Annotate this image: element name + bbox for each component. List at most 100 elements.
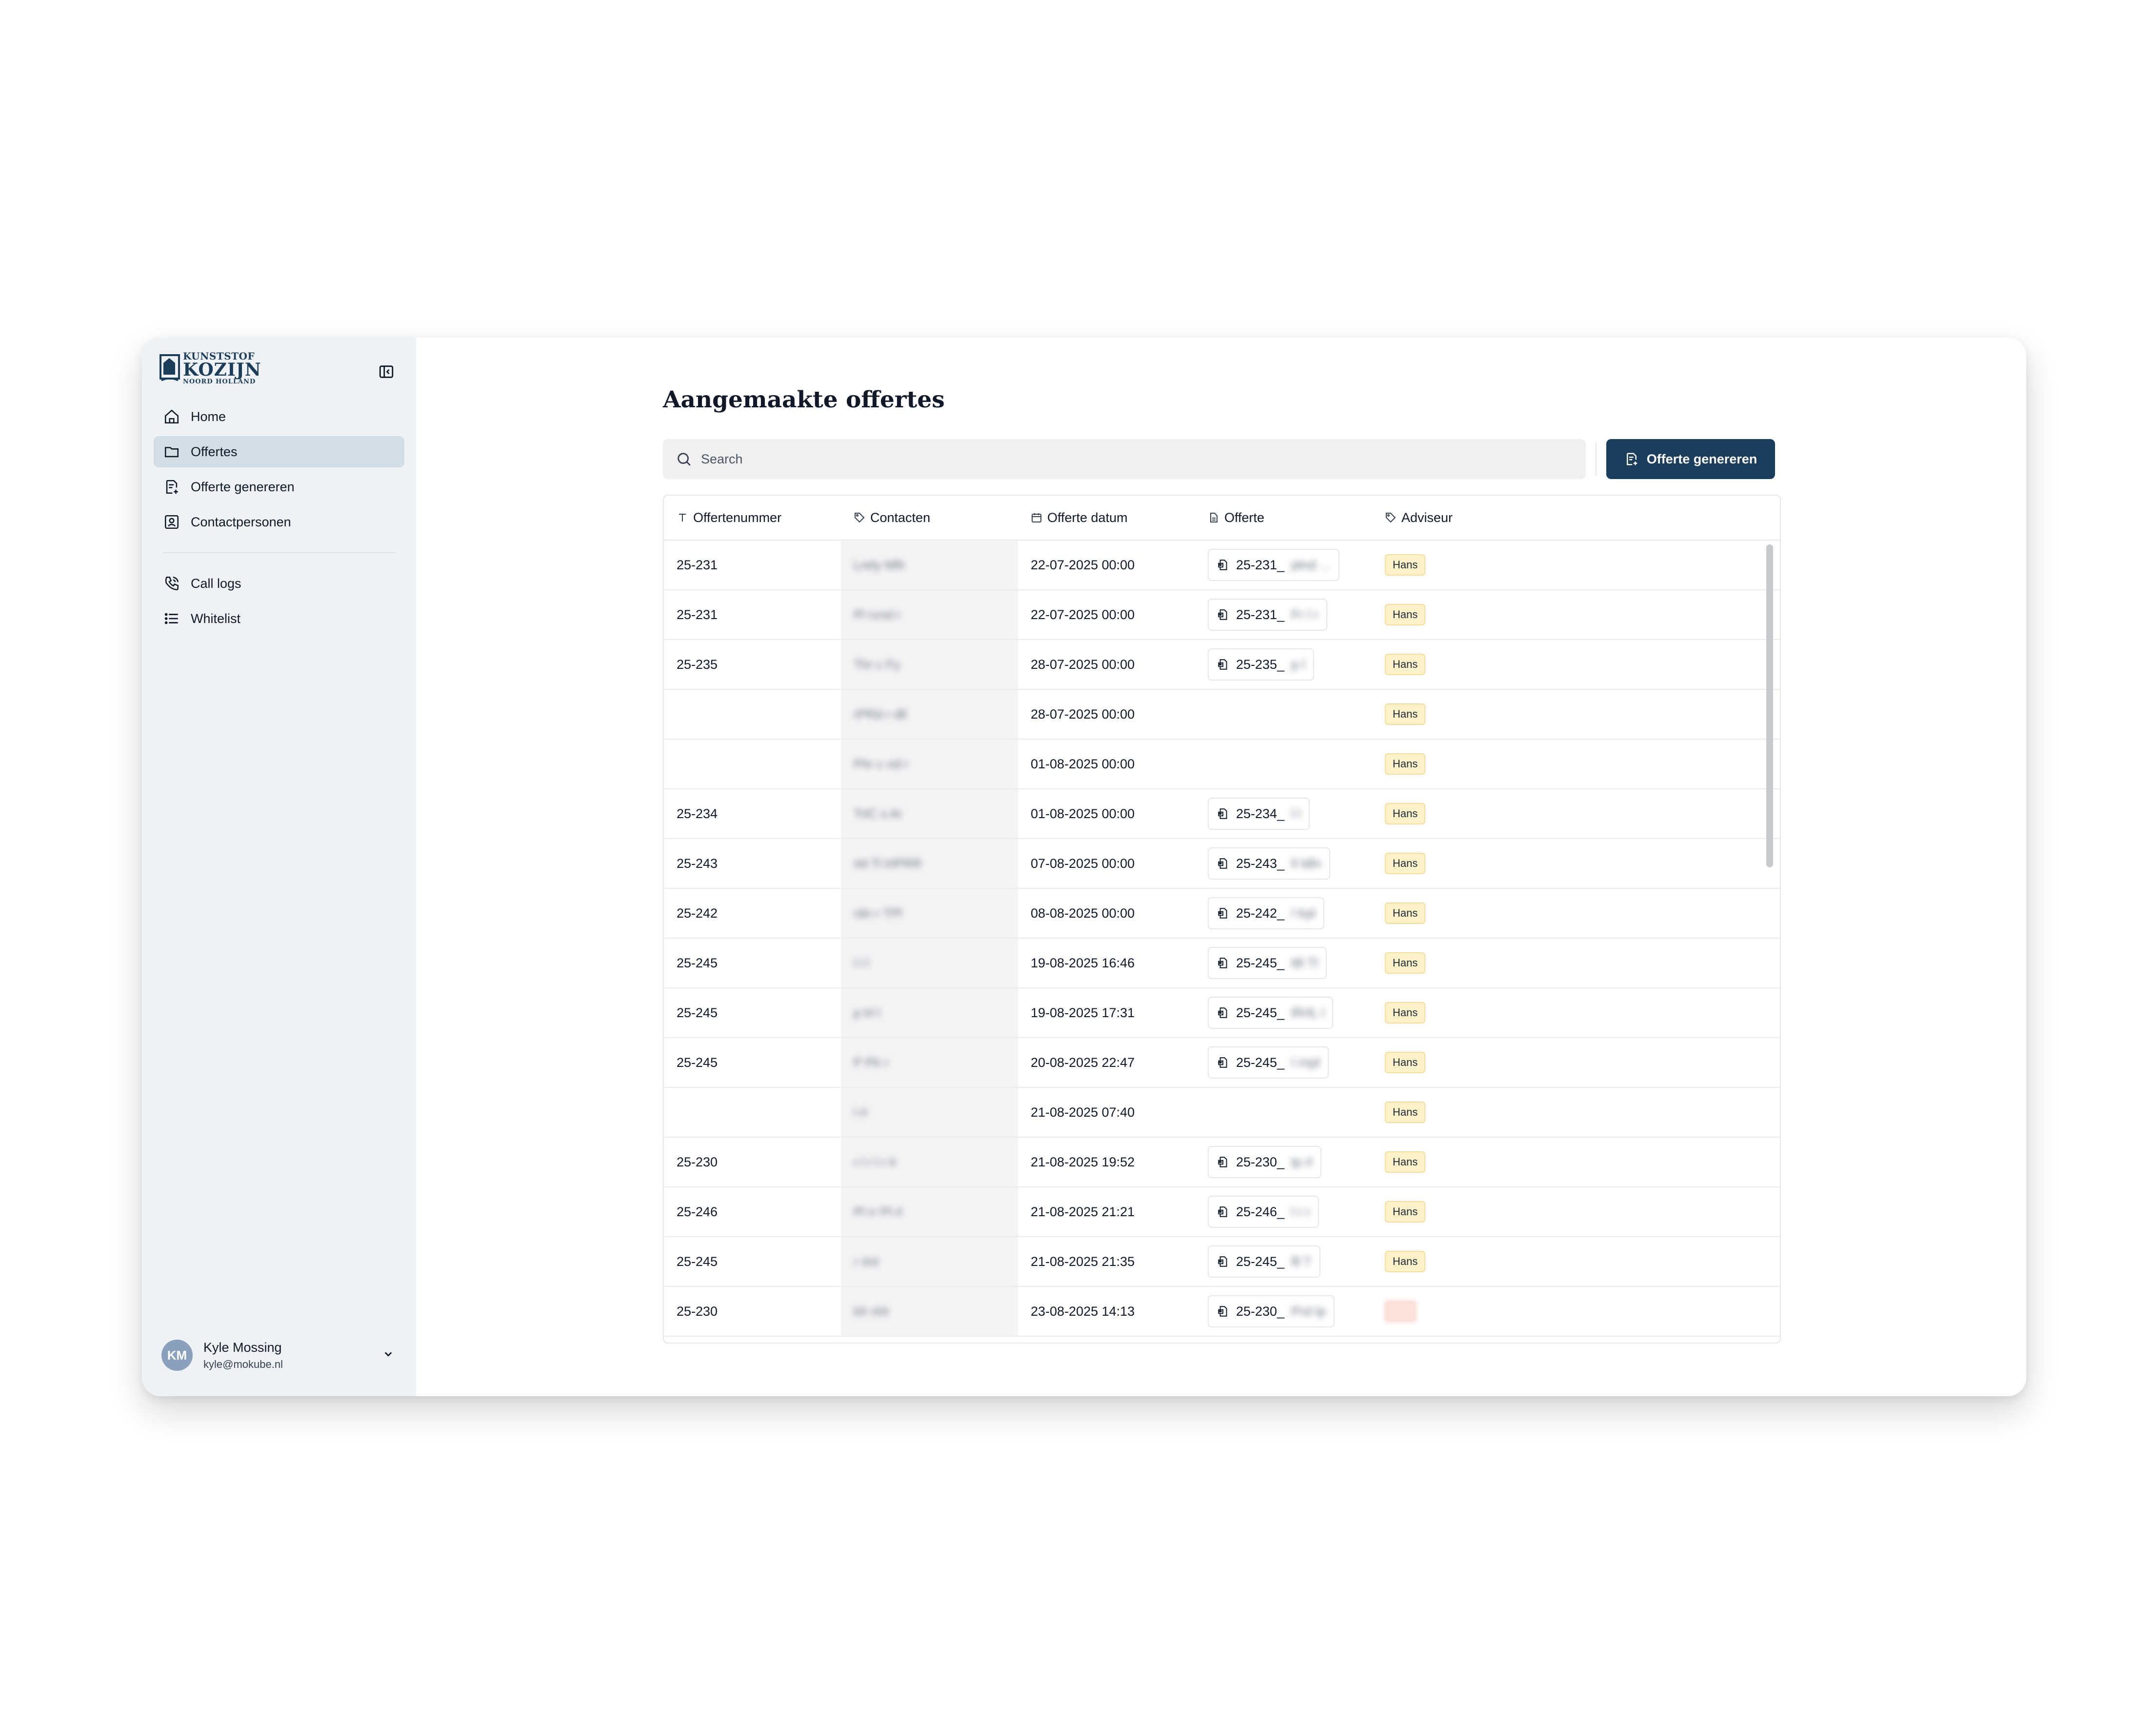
offerte-file-chip[interactable]: 25-230_ lp rl xyxy=(1208,1146,1321,1178)
sidebar-item-label: Contactpersonen xyxy=(191,514,291,529)
offerte-file-chip[interactable]: 25-242_ l lrpl xyxy=(1208,897,1324,929)
column-header-offerte-datum[interactable]: Offerte datum xyxy=(1018,510,1195,525)
offerte-file-chip[interactable]: 25-243_ ll ldln xyxy=(1208,847,1330,880)
adviseur-badge[interactable]: Hans xyxy=(1385,604,1426,625)
pdf-file-icon xyxy=(1218,1206,1227,1217)
table-row[interactable]: 25-245 r rlnl 21-08-2025 21:35 25-245_ lll T… xyxy=(664,1237,1780,1287)
adviseur-badge[interactable]: Hans xyxy=(1385,1052,1426,1073)
column-header-offerte[interactable]: Offerte xyxy=(1195,510,1372,525)
offerte-genereren-button[interactable]: Offerte genereren xyxy=(1606,439,1775,479)
offerte-file-chip[interactable]: 25-231_ plnd ... xyxy=(1208,549,1340,581)
cell-contacten: Thr c Fy xyxy=(841,640,1018,689)
adviseur-badge[interactable]: Hans xyxy=(1385,753,1426,775)
datum-text: 28-07-2025 00:00 xyxy=(1031,657,1135,672)
contact-text: TrlC s Ar xyxy=(854,806,903,821)
adviseur-badge[interactable]: Hans xyxy=(1385,554,1426,576)
search-icon xyxy=(678,453,691,466)
table-row[interactable]: 25-246 Pl rr Pl rl 21-08-2025 21:21 25-246_… xyxy=(664,1187,1780,1237)
table-row[interactable]: rPRd r dll 28-07-2025 00:00 Hans xyxy=(664,690,1780,740)
adviseur-badge[interactable]: Hans xyxy=(1385,654,1426,675)
adviseur-badge[interactable]: Hans xyxy=(1385,903,1426,924)
sidebar-divider xyxy=(162,552,396,553)
adviseur-badge[interactable]: RR xyxy=(1385,1301,1416,1322)
contact-text: Phr c nd r xyxy=(854,756,909,771)
table-row[interactable]: 25-235 Thr c Fy 28-07-2025 00:00 25-235_ p l… xyxy=(664,640,1780,690)
table-row[interactable]: 25-245 l l l 19-08-2025 16:46 25-245_ ltll T… xyxy=(664,939,1780,988)
table-row[interactable]: 25-243 rld Tl lrlPRR 07-08-2025 00:00 25-24… xyxy=(664,839,1780,889)
cell-contacten: rPRd r dll xyxy=(841,690,1018,739)
offerte-file-chip[interactable]: 25-245_ ltll Tl xyxy=(1208,947,1327,979)
table-row[interactable]: 25-231 Lrely Mlh 22-07-2025 00:00 25-231_ pl… xyxy=(664,541,1780,590)
table-row[interactable]: 25-234 TrlC s Ar 01-08-2025 00:00 25-234_ l … xyxy=(664,789,1780,839)
avatar: KM xyxy=(161,1340,193,1371)
pdf-file-icon xyxy=(1218,659,1227,670)
sidebar-item-contactpersonen[interactable]: Contactpersonen xyxy=(154,506,404,538)
table-row[interactable]: Phr c nd r 01-08-2025 00:00 Hans xyxy=(664,740,1780,789)
adviseur-badge[interactable]: Hans xyxy=(1385,1002,1426,1023)
table-row[interactable]: 25-230 r l r l r lr 21-08-2025 19:52 25-230… xyxy=(664,1138,1780,1187)
adviseur-badge[interactable]: Hans xyxy=(1385,853,1426,874)
adviseur-badge[interactable]: Hans xyxy=(1385,803,1426,824)
offerte-file-chip[interactable]: 25-235_ p l xyxy=(1208,648,1314,681)
sidebar-item-offertes[interactable]: Offertes xyxy=(154,436,404,467)
cell-offerte: 25-234_ l l xyxy=(1195,789,1372,838)
offerte-file-chip[interactable]: 25-230_ Prd lp xyxy=(1208,1295,1335,1327)
cell-adviseur: Hans xyxy=(1372,939,1762,987)
offerte-file-name: 25-245_ xyxy=(1236,1254,1285,1269)
table-row[interactable]: 25-245 P Plr r 20-08-2025 22:47 25-245_ l rn… xyxy=(664,1038,1780,1088)
contact-text: l rl xyxy=(854,1104,867,1120)
folder-icon xyxy=(162,442,181,461)
sidebar-item-label: Offertes xyxy=(191,444,238,459)
pdf-file-icon xyxy=(1218,1256,1227,1267)
search-input[interactable] xyxy=(701,451,1530,467)
adviseur-badge[interactable]: Hans xyxy=(1385,1102,1426,1123)
brand-logo[interactable]: KUNSTSTOF KOZIJN NOORD HOLLAND xyxy=(160,351,261,385)
table-row[interactable]: 25-230 lrlr rlrlr 23-08-2025 14:13 25-230_ P… xyxy=(664,1287,1780,1337)
sidebar-nav: Home Offertes Offerte genereren Contactp… xyxy=(154,401,404,638)
offerte-file-chip[interactable]: 25-231_ Fr l r xyxy=(1208,599,1327,631)
logo-mark-icon xyxy=(160,354,180,381)
adviseur-badge[interactable]: Hans xyxy=(1385,1151,1426,1173)
sidebar-item-whitelist[interactable]: Whitelist xyxy=(154,603,404,634)
generate-button-label: Offerte genereren xyxy=(1646,451,1757,466)
table-row[interactable]: 25-242 rdn r TPl 08-08-2025 00:00 25-242_ l … xyxy=(664,889,1780,939)
adviseur-badge[interactable]: Hans xyxy=(1385,1201,1426,1223)
user-email: kyle@mokube.nl xyxy=(203,1358,283,1370)
table-row[interactable]: l rl 21-08-2025 07:40 Hans xyxy=(664,1088,1780,1138)
offerte-file-chip[interactable]: 25-245_ l rnpl xyxy=(1208,1046,1329,1079)
column-header-label: Contacten xyxy=(870,510,931,525)
offerte-file-chip[interactable]: 25-245_ lRrlL l xyxy=(1208,997,1334,1029)
offerte-file-chip[interactable]: 25-234_ l l xyxy=(1208,798,1310,830)
column-header-adviseur[interactable]: Adviseur xyxy=(1372,510,1762,525)
sidebar-item-call-logs[interactable]: Call logs xyxy=(154,568,404,599)
pdf-file-icon xyxy=(1218,858,1227,869)
pdf-file-icon xyxy=(1218,560,1227,570)
search-bar[interactable] xyxy=(663,439,1586,479)
column-header-offertenummer[interactable]: Offertenummer xyxy=(664,510,841,525)
column-header-label: Offerte xyxy=(1224,510,1265,525)
offerte-file-chip[interactable]: 25-245_ lll T xyxy=(1208,1245,1320,1278)
calendar-icon xyxy=(1032,513,1041,522)
table-row[interactable]: 25-231 Pl rcnd r 22-07-2025 00:00 25-231_ Fr… xyxy=(664,590,1780,640)
adviseur-badge[interactable]: Hans xyxy=(1385,1251,1426,1272)
datum-text: 21-08-2025 21:21 xyxy=(1031,1204,1135,1219)
sidebar-item-label: Home xyxy=(191,409,226,424)
offerte-file-name-tail: ltll Tl xyxy=(1291,955,1318,970)
cell-offerte-datum: 21-08-2025 21:35 xyxy=(1018,1237,1195,1286)
sidebar-item-home[interactable]: Home xyxy=(154,401,404,432)
cell-offerte-datum: 21-08-2025 19:52 xyxy=(1018,1138,1195,1186)
cell-offerte: 25-243_ ll ldln xyxy=(1195,839,1372,888)
column-header-contacten[interactable]: Contacten xyxy=(841,510,1018,525)
offerte-file-chip[interactable]: 25-246_ l r r xyxy=(1208,1196,1319,1228)
sidebar-collapse-button[interactable] xyxy=(377,362,396,381)
contact-text: l l l xyxy=(854,955,869,970)
user-info: Kyle Mossing kyle@mokube.nl xyxy=(203,1340,283,1371)
table-row[interactable]: 25-245 p lrl l 19-08-2025 17:31 25-245_ lRrl… xyxy=(664,988,1780,1038)
offerte-file-name: 25-234_ xyxy=(1236,806,1285,821)
table-scrollbar[interactable] xyxy=(1766,544,1773,867)
user-menu[interactable]: KM Kyle Mossing kyle@mokube.nl xyxy=(161,1336,405,1375)
contact-text: p lrl l xyxy=(854,1005,880,1020)
sidebar-item-offerte-genereren[interactable]: Offerte genereren xyxy=(154,471,404,502)
adviseur-badge[interactable]: Hans xyxy=(1385,952,1426,974)
adviseur-badge[interactable]: Hans xyxy=(1385,703,1426,725)
